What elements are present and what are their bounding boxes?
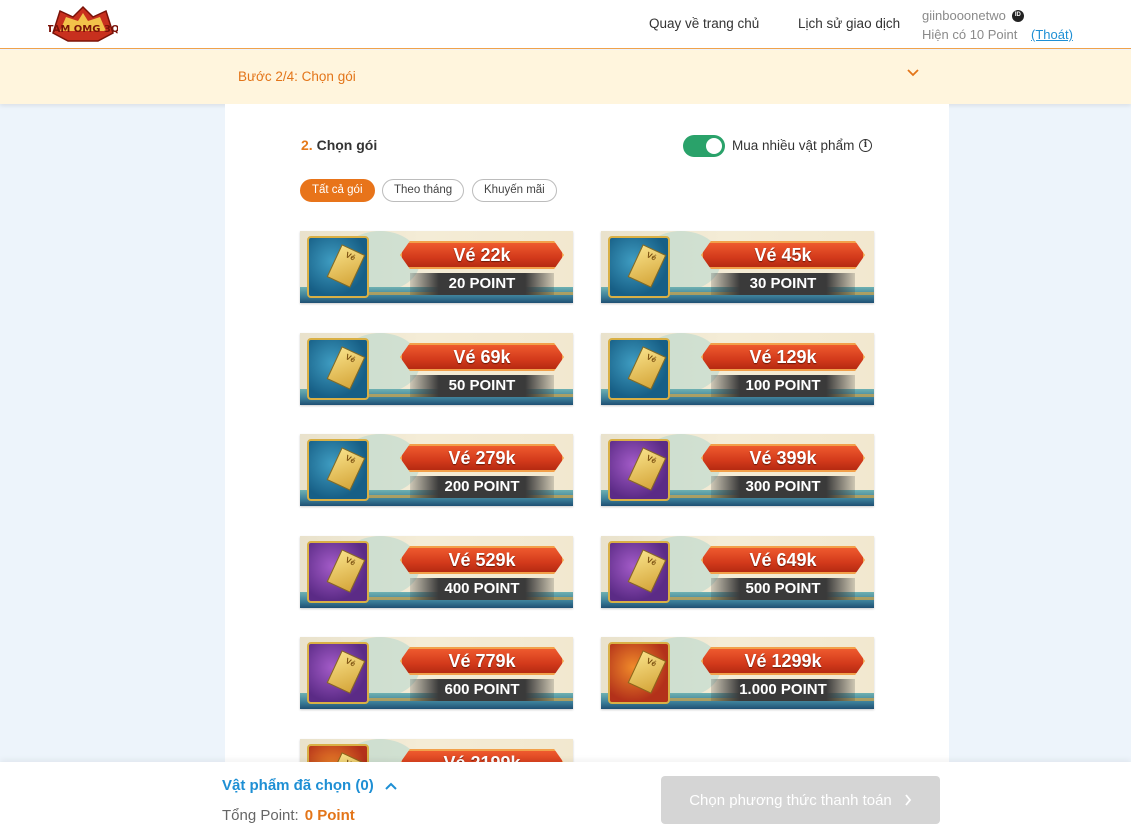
choose-payment-button[interactable]: Chọn phương thức thanh toán [661,776,940,824]
package-item[interactable]: Vé Vé 69k 50 POINT [300,333,573,405]
username: giinbooonetwo [922,8,1006,23]
id-badge-icon[interactable]: ID [1011,9,1024,22]
game-logo[interactable]: TAM OMG 3Q [48,3,118,45]
logout-link[interactable]: (Thoát) [1031,27,1073,42]
logo-text: TAM OMG 3Q [48,24,118,35]
package-price: Vé 45k [701,241,865,269]
ticket-icon: Vé [627,650,667,694]
points-balance: Hiện có 10 Point [922,27,1018,42]
selected-items-label: Vật phẩm đã chọn (0) [222,777,374,794]
ticket-book-icon: Vé [307,541,369,603]
chevron-up-icon [384,782,397,790]
chevron-down-icon[interactable] [906,68,920,78]
package-item[interactable]: Vé Vé 399k 300 POINT [601,434,874,506]
package-points: 20 POINT [410,273,554,295]
package-price: Vé 22k [400,241,564,269]
package-price: Vé 129k [701,343,865,371]
package-price: Vé 399k [701,444,865,472]
package-points: 600 POINT [410,679,554,701]
ticket-icon: Vé [326,650,366,694]
info-icon[interactable]: i [859,139,872,152]
filter-monthly[interactable]: Theo tháng [382,179,465,202]
package-item[interactable]: Vé Vé 649k 500 POINT [601,536,874,608]
package-item[interactable]: Vé Vé 529k 400 POINT [300,536,573,608]
choose-payment-label: Chọn phương thức thanh toán [689,791,892,809]
package-price: Vé 649k [701,546,865,574]
total-points: Tổng Point: 0 Point [222,807,355,824]
total-label: Tổng Point: [222,807,299,824]
ticket-icon: Vé [627,346,667,390]
chevron-right-icon [905,794,911,806]
total-value: 0 Point [304,807,355,824]
ticket-icon: Vé [326,346,366,390]
package-price: Vé 69k [400,343,564,371]
package-item[interactable]: Vé Vé 279k 200 POINT [300,434,573,506]
ticket-book-icon: Vé [608,642,670,704]
ticket-icon: Vé [627,549,667,593]
section-title-text: Chọn gói [316,137,378,153]
ticket-icon: Vé [326,447,366,491]
package-item[interactable]: Vé Vé 779k 600 POINT [300,637,573,709]
package-points: 300 POINT [711,476,855,498]
package-points: 200 POINT [410,476,554,498]
selected-items-toggle[interactable]: Vật phẩm đã chọn (0) [222,777,398,794]
package-points: 1.000 POINT [711,679,855,701]
package-price: Vé 529k [400,546,564,574]
package-points: 50 POINT [410,375,554,397]
package-points: 500 POINT [711,578,855,600]
ticket-book-icon: Vé [608,236,670,298]
section-title: 2. Chọn gói [301,137,377,153]
ticket-book-icon: Vé [307,236,369,298]
ticket-icon: Vé [627,244,667,288]
ticket-book-icon: Vé [608,338,670,400]
ticket-icon: Vé [326,549,366,593]
ticket-icon: Vé [326,244,366,288]
package-points: 100 POINT [711,375,855,397]
multi-purchase-label: Mua nhiều vật phẩm [732,138,855,153]
package-price: Vé 1299k [701,647,865,675]
filter-promo[interactable]: Khuyến mãi [472,179,557,202]
ticket-book-icon: Vé [608,541,670,603]
multi-purchase-toggle[interactable] [683,135,725,157]
package-price: Vé 779k [400,647,564,675]
ticket-icon: Vé [627,447,667,491]
package-item[interactable]: Vé Vé 22k 20 POINT [300,231,573,303]
nav-home-link[interactable]: Quay về trang chủ [649,16,759,31]
user-info: giinbooonetwo ID Hiện có 10 Point (Thoát… [922,6,1073,44]
ticket-book-icon: Vé [307,439,369,501]
package-price: Vé 279k [400,444,564,472]
step-bar[interactable]: Bước 2/4: Chọn gói [0,50,1131,104]
toggle-knob [706,138,722,154]
filter-all[interactable]: Tất cả gói [300,179,375,202]
package-points: 30 POINT [711,273,855,295]
top-header: TAM OMG 3Q Quay về trang chủ Lịch sử gia… [0,0,1131,49]
package-item[interactable]: Vé Vé 45k 30 POINT [601,231,874,303]
step-indicator: Bước 2/4: Chọn gói [238,69,356,84]
nav-history-link[interactable]: Lịch sử giao dịch [798,16,900,31]
checkout-footer [0,762,1131,835]
ticket-book-icon: Vé [307,338,369,400]
section-number: 2. [301,137,313,153]
package-item[interactable]: Vé Vé 129k 100 POINT [601,333,874,405]
package-points: 400 POINT [410,578,554,600]
ticket-book-icon: Vé [608,439,670,501]
ticket-book-icon: Vé [307,642,369,704]
package-item[interactable]: Vé Vé 1299k 1.000 POINT [601,637,874,709]
